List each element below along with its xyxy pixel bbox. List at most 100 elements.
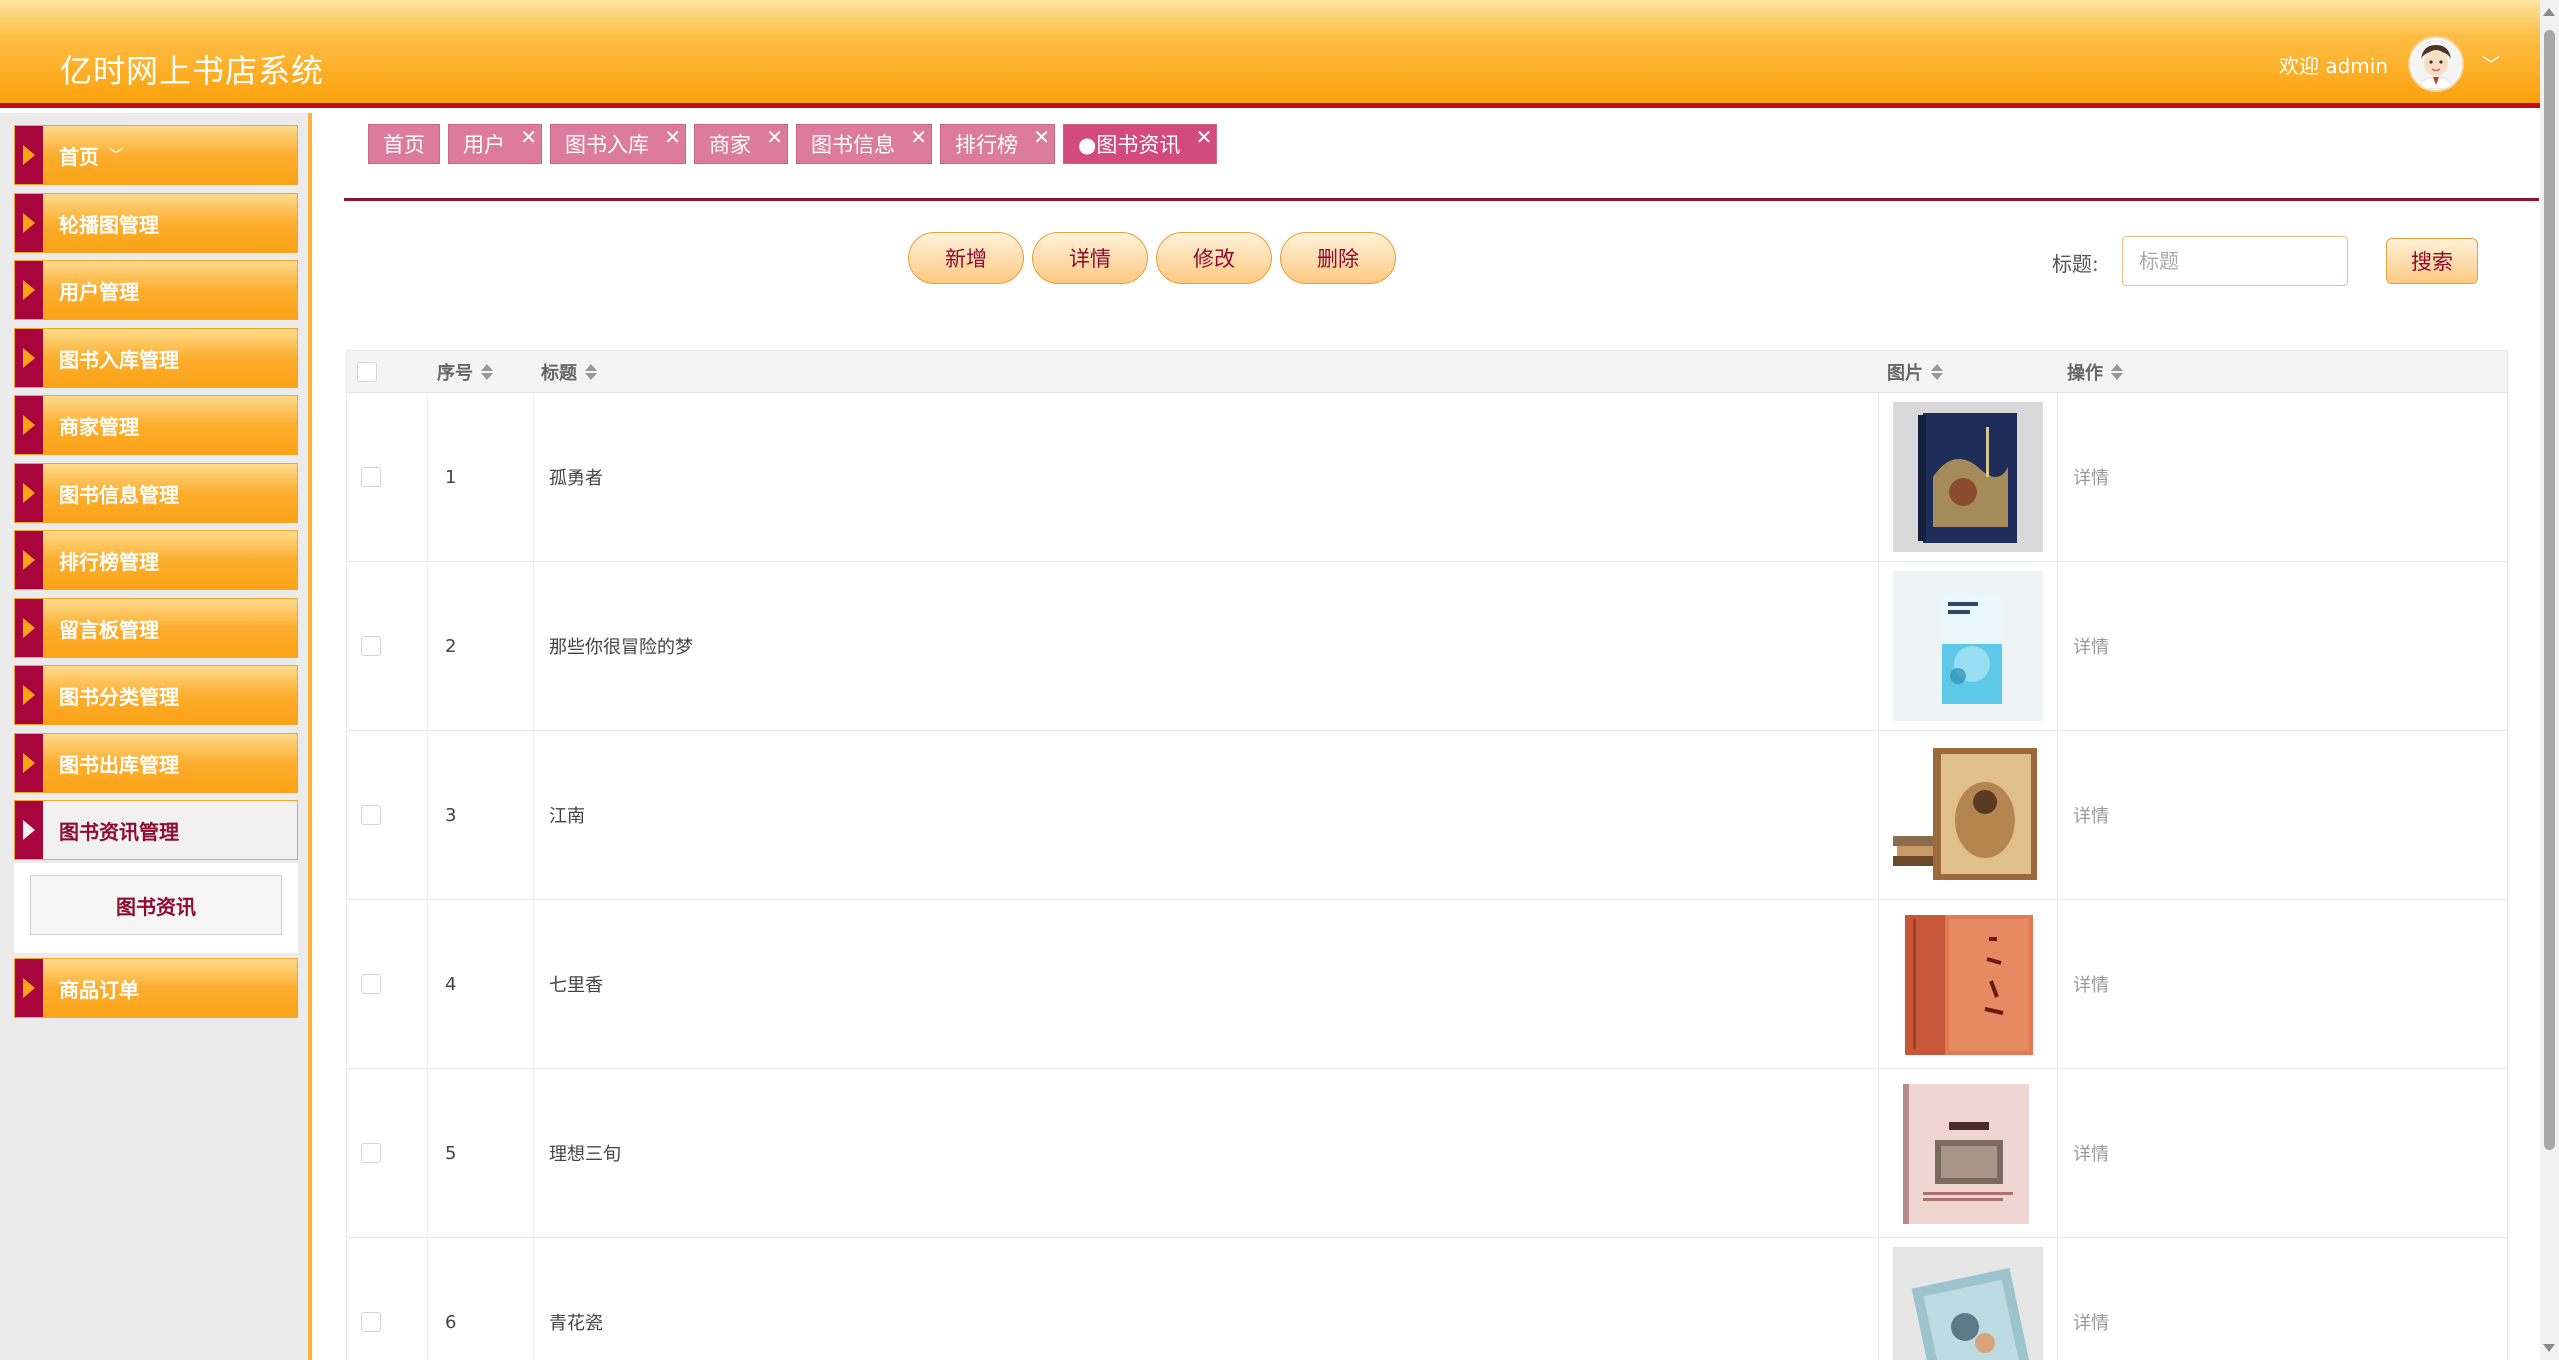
detail-link-label: 详情 xyxy=(2073,975,2109,996)
sort-icon[interactable] xyxy=(585,363,597,381)
top-header: 亿时网上书店系统 欢迎 admin ﹀ xyxy=(0,0,2540,108)
submenu-book-news: 图书资讯 xyxy=(14,863,298,953)
close-icon[interactable]: ✕ xyxy=(1033,125,1050,149)
sidebar-item-message-board[interactable]: 留言板管理 xyxy=(14,598,298,658)
table-row[interactable]: 5 理想三旬 详情 xyxy=(347,1069,2507,1238)
row-checkbox[interactable] xyxy=(361,805,381,825)
row-detail-link[interactable]: 详情 xyxy=(2073,562,2109,730)
welcome-text: 欢迎 admin xyxy=(2278,53,2388,78)
search-label: 标题: xyxy=(2052,252,2099,276)
row-detail-link[interactable]: 详情 xyxy=(2073,731,2109,899)
sidebar-item-users[interactable]: 用户管理 xyxy=(14,260,298,320)
row-checkbox[interactable] xyxy=(361,467,381,487)
book-cover-icon xyxy=(1942,594,2002,704)
caret-right-icon xyxy=(15,734,43,792)
row-detail-link[interactable]: 详情 xyxy=(2073,1238,2109,1360)
search-input[interactable] xyxy=(2122,236,2348,286)
scroll-thumb[interactable] xyxy=(2544,30,2555,1150)
search-button[interactable]: 搜索 xyxy=(2386,238,2478,284)
header-image[interactable]: 图片 xyxy=(1887,351,1943,393)
sidebar-item-rankings[interactable]: 排行榜管理 xyxy=(14,530,298,590)
user-menu[interactable]: 欢迎 admin ﹀ xyxy=(2279,36,2500,92)
sidebar-item-label: 首页 xyxy=(59,144,99,169)
avatar[interactable] xyxy=(2408,36,2464,92)
sidebar-item-book-stock-out[interactable]: 图书出库管理 xyxy=(14,733,298,793)
sort-icon[interactable] xyxy=(481,363,493,381)
submenu-item-book-news[interactable]: 图书资讯 xyxy=(30,875,282,935)
sidebar-item-orders[interactable]: 商品订单 xyxy=(14,958,298,1018)
row-checkbox[interactable] xyxy=(361,636,381,656)
select-all-checkbox[interactable] xyxy=(357,362,377,382)
sort-icon[interactable] xyxy=(1931,363,1943,381)
book-cover-icon xyxy=(1911,1267,2035,1360)
tab-label: 图书信息 xyxy=(811,133,895,157)
sidebar-item-book-news[interactable]: 图书资讯管理 xyxy=(14,800,298,860)
table-row[interactable]: 3 江南 详情 xyxy=(347,731,2507,900)
detail-link-label: 详情 xyxy=(2073,468,2109,489)
close-icon[interactable]: ✕ xyxy=(910,125,927,149)
table-row[interactable]: 4 七里香 详情 xyxy=(347,900,2507,1069)
row-image-cell xyxy=(1893,393,2043,561)
tab-label: ●图书资讯 xyxy=(1078,133,1181,157)
row-index: 4 xyxy=(445,973,457,995)
delete-button[interactable]: 删除 xyxy=(1280,232,1396,284)
tab-rankings[interactable]: 排行榜 ✕ xyxy=(940,124,1055,164)
tab-book-info[interactable]: 图书信息 ✕ xyxy=(796,124,932,164)
edit-button[interactable]: 修改 xyxy=(1156,232,1272,284)
tab-label: 图书入库 xyxy=(565,133,649,157)
tab-home[interactable]: 首页 xyxy=(368,124,440,164)
sidebar-item-carousel[interactable]: 轮播图管理 xyxy=(14,193,298,253)
scroll-up-arrow-icon[interactable] xyxy=(2543,8,2555,16)
row-index: 3 xyxy=(445,804,457,826)
close-icon[interactable]: ✕ xyxy=(520,125,537,149)
header-title[interactable]: 标题 xyxy=(541,351,597,393)
row-checkbox[interactable] xyxy=(361,1143,381,1163)
sidebar-item-merchants[interactable]: 商家管理 xyxy=(14,395,298,455)
row-checkbox[interactable] xyxy=(361,974,381,994)
close-icon[interactable]: ✕ xyxy=(1196,125,1213,149)
page-scrollbar[interactable] xyxy=(2540,0,2559,1360)
tab-book-news[interactable]: ●图书资讯 ✕ xyxy=(1063,124,1218,164)
header-index[interactable]: 序号 xyxy=(437,351,493,393)
row-image-cell xyxy=(1893,900,2043,1068)
table-row[interactable]: 1 孤勇者 详情 xyxy=(347,393,2507,562)
row-checkbox[interactable] xyxy=(361,1312,381,1332)
row-checkbox-cell xyxy=(361,1069,381,1237)
close-icon[interactable]: ✕ xyxy=(664,125,681,149)
detail-button[interactable]: 详情 xyxy=(1032,232,1148,284)
book-cover-icon xyxy=(1903,1084,2029,1224)
row-checkbox-cell xyxy=(361,393,381,561)
sidebar-item-label: 用户管理 xyxy=(59,279,139,304)
book-cover-image xyxy=(1893,402,2043,552)
caret-right-icon xyxy=(15,666,43,724)
table-row[interactable]: 6 青花瓷 详情 xyxy=(347,1238,2507,1360)
row-checkbox-cell xyxy=(361,731,381,899)
sidebar-item-label: 排行榜管理 xyxy=(59,549,159,574)
sidebar-item-book-categories[interactable]: 图书分类管理 xyxy=(14,665,298,725)
scroll-down-arrow-icon[interactable] xyxy=(2543,1344,2555,1352)
sort-icon[interactable] xyxy=(2111,363,2123,381)
sidebar: 首页 ﹀ 轮播图管理 用户管理 图书入库管理 商家管理 图书信息管理 排行榜管理… xyxy=(0,113,312,1360)
row-checkbox-cell xyxy=(361,562,381,730)
tab-book-stock-in[interactable]: 图书入库 ✕ xyxy=(550,124,686,164)
sidebar-item-book-info[interactable]: 图书信息管理 xyxy=(14,463,298,523)
chevron-down-icon[interactable]: ﹀ xyxy=(2482,51,2500,77)
add-button[interactable]: 新增 xyxy=(908,232,1024,284)
header-action[interactable]: 操作 xyxy=(2067,351,2123,393)
sidebar-item-home[interactable]: 首页 ﹀ xyxy=(14,125,298,185)
row-image-cell xyxy=(1893,562,2043,730)
row-detail-link[interactable]: 详情 xyxy=(2073,393,2109,561)
row-image-cell xyxy=(1893,1238,2043,1360)
sidebar-item-label: 图书资讯管理 xyxy=(59,819,179,844)
tab-merchants[interactable]: 商家 ✕ xyxy=(694,124,788,164)
tab-label: 商家 xyxy=(709,133,751,157)
row-detail-link[interactable]: 详情 xyxy=(2073,900,2109,1068)
close-icon[interactable]: ✕ xyxy=(766,125,783,149)
row-detail-link[interactable]: 详情 xyxy=(2073,1069,2109,1237)
tab-users[interactable]: 用户 ✕ xyxy=(448,124,542,164)
table-row[interactable]: 2 那些你很冒险的梦 详情 xyxy=(347,562,2507,731)
row-index: 5 xyxy=(445,1142,457,1164)
sidebar-item-book-stock-in[interactable]: 图书入库管理 xyxy=(14,328,298,388)
tab-label: 用户 xyxy=(463,133,505,157)
row-index: 2 xyxy=(445,635,457,657)
